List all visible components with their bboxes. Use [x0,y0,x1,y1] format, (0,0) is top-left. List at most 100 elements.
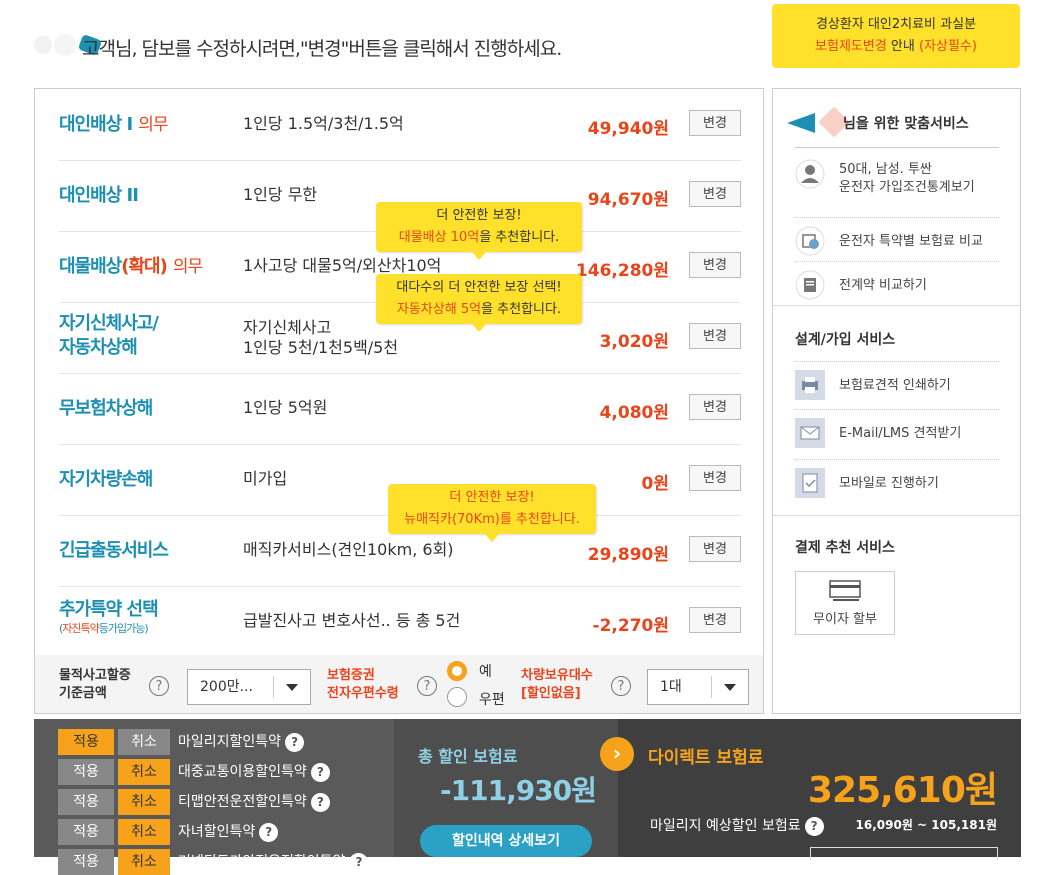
cert-help-icon[interactable]: ? [417,676,437,696]
radio-mail[interactable] [447,687,467,707]
apply-button[interactable]: 적용 [58,849,114,875]
options-bar: 물적사고할증 기준금액 ? 200만... 보험증권 전자우편수령 ? 예 우편 차… [35,655,763,713]
system-change-notice[interactable]: 경상환자 대인2치료비 과실분 보험제도변경 안내 (자상필수) [772,4,1020,68]
change-button[interactable]: 변경 [689,465,741,491]
chevron-down-icon [273,676,310,698]
coverage-desc: 급발진사고 변호사선.. 등 총 5건 [243,611,461,630]
print-quote-link[interactable]: 보험료견적 인쇄하기 [795,361,999,406]
help-icon[interactable]: ? [349,852,369,872]
direct-premium-box: › 다이렉트 보험료 325,610원 마일리지 예상할인 보험료? 16,09… [600,719,1021,860]
coverage-name: 무보험차상해 [59,398,153,419]
coverage-price: 3,020원 [599,332,669,352]
coverage-desc: 자기신체사고 1인당 5천/1천5백/5천 [243,318,399,357]
vehicle-count-label: 차량보유대수 [할인없음] [521,668,593,701]
coverage-price: 0원 [641,474,669,494]
total-discount-title: 총 할인 보험료 [418,747,518,766]
change-button[interactable]: 변경 [689,607,741,633]
header-message: 고객님, 담보를 수정하시려면,"변경"버튼을 클릭해서 진행하세요. [82,38,562,60]
coverage-row: 대인배상 I 의무 1인당 1.5억/3천/1.5억 49,940원 변경 [59,89,741,161]
discount-label: 마일리지할인특약? [178,731,305,752]
coverage-name: 추가특약 선택 (자진특약등가입가능) [59,599,159,635]
coverage-desc: 1인당 무한 [243,185,318,204]
apply-button[interactable]: 적용 [58,759,114,785]
vehicle-count-select[interactable]: 1대 [647,669,749,705]
mileage-label: 마일리지 예상할인 보험료? [650,815,824,836]
apply-button[interactable]: 적용 [58,819,114,845]
chevron-right-icon: › [600,737,634,771]
discount-detail-button[interactable]: 할인내역 상세보기 [420,825,592,857]
coverage-name: 대인배상 I 의무 [59,114,169,135]
property-threshold-select[interactable]: 200만... [187,669,311,705]
discount-label: 티맵안전운전할인특약? [178,791,330,812]
coverage-name: 자기차량손해 [59,469,153,490]
property-help-icon[interactable]: ? [149,676,169,696]
coverage-desc: 미가입 [243,469,288,488]
radio-yes[interactable] [447,661,467,681]
notice-line1: 경상환자 대인2치료비 과실분 [815,17,977,32]
email-quote-link[interactable]: E-Mail/LMS 견적받기 [795,409,999,454]
discount-label: 대중교통이용할인특약? [178,761,330,782]
help-icon[interactable]: ? [259,822,279,842]
discount-label: 커넥티드카안전운전할인특약? [178,851,369,872]
cancel-button[interactable]: 취소 [118,819,170,845]
coverage-price: 49,940원 [587,119,669,139]
help-icon[interactable]: ? [804,816,824,836]
discount-label: 자녀할인특약? [178,821,279,842]
cancel-button[interactable]: 취소 [118,789,170,815]
coverage-price: 29,890원 [587,545,669,565]
mobile-icon [795,468,825,498]
coverage-name: 대인배상 II [59,185,139,206]
chevron-down-icon [711,676,748,698]
vehicle-help-icon[interactable]: ? [611,676,631,696]
recommend-tooltip-emergency: 더 안전한 보장! 뉴매직카(70Km)를 추천합니다. [388,484,596,542]
mileage-range: 16,090원 ~ 105,181원 [855,818,997,832]
user-icon [795,159,825,189]
change-button[interactable]: 변경 [689,536,741,562]
recommend-tooltip-injury: 대다수의 더 안전한 보장 선택! 자동차상해 5억을 추천합니다. [376,274,582,332]
cancel-button[interactable]: 취소 [118,759,170,785]
change-button[interactable]: 변경 [689,394,741,420]
coverage-price: 4,080원 [599,403,669,423]
card-icon [829,580,861,601]
total-discount-box: 총 할인 보험료 -111,930원 할인내역 상세보기 [394,719,618,857]
side-header-decoration [787,106,850,138]
side-title: 님을 위한 맞춤서비스 [843,116,969,132]
change-button[interactable]: 변경 [689,323,741,349]
recommend-tooltip-property: 더 안전한 보장! 대물배상 10억을 추천합니다. [376,202,582,260]
direct-premium-amount: 325,610원 [807,770,998,811]
document-icon [795,270,825,300]
total-discount-amount: -111,930원 [440,774,597,807]
property-threshold-label: 물적사고할증 기준금액 [59,668,131,701]
mobile-continue-link[interactable]: 모바일로 진행하기 [795,459,999,504]
car-compare-icon [795,226,825,256]
installment-button[interactable]: 무이자 할부 [795,571,895,635]
coverage-price: -2,270원 [592,616,669,636]
design-service-title: 설계/가입 서비스 [795,332,896,348]
mail-icon [795,418,825,448]
action-button-top[interactable] [810,847,998,860]
cancel-button[interactable]: 취소 [118,729,170,755]
cancel-button[interactable]: 취소 [118,849,170,875]
coverage-name: 자기신체사고/자동차상해 [59,313,159,358]
printer-icon [795,370,825,400]
coverage-price: 94,670원 [587,190,669,210]
profile-stats-link[interactable]: 50대, 남성. 투싼 운전자 가입조건통계보기 [795,151,999,203]
help-icon[interactable]: ? [310,792,330,812]
change-button[interactable]: 변경 [689,181,741,207]
custom-service-panel: 님을 위한 맞춤서비스 50대, 남성. 투싼 운전자 가입조건통계보기 운전자 … [772,88,1021,714]
discount-summary-bar: 적용 취소 마일리지할인특약? 적용 취소 대중교통이용할인특약? 적용 취소 … [34,719,1021,875]
apply-button[interactable]: 적용 [58,789,114,815]
change-button[interactable]: 변경 [689,252,741,278]
help-icon[interactable]: ? [285,732,305,752]
coverage-name: 대물배상(확대) 의무 [59,256,203,277]
change-button[interactable]: 변경 [689,110,741,136]
coverage-row: 무보험차상해 1인당 5억원 4,080원 변경 [59,373,741,445]
apply-button[interactable]: 적용 [58,729,114,755]
radio-yes-label: 예 [479,664,492,680]
all-contract-compare-link[interactable]: 전계약 비교하기 [795,261,999,306]
radio-mail-label: 우편 [479,692,505,708]
help-icon[interactable]: ? [310,762,330,782]
coverage-name: 긴급출동서비스 [59,540,169,561]
rider-compare-link[interactable]: 운전자 특약별 보험료 비교 [795,217,999,262]
direct-premium-title: 다이렉트 보험료 [648,748,764,768]
